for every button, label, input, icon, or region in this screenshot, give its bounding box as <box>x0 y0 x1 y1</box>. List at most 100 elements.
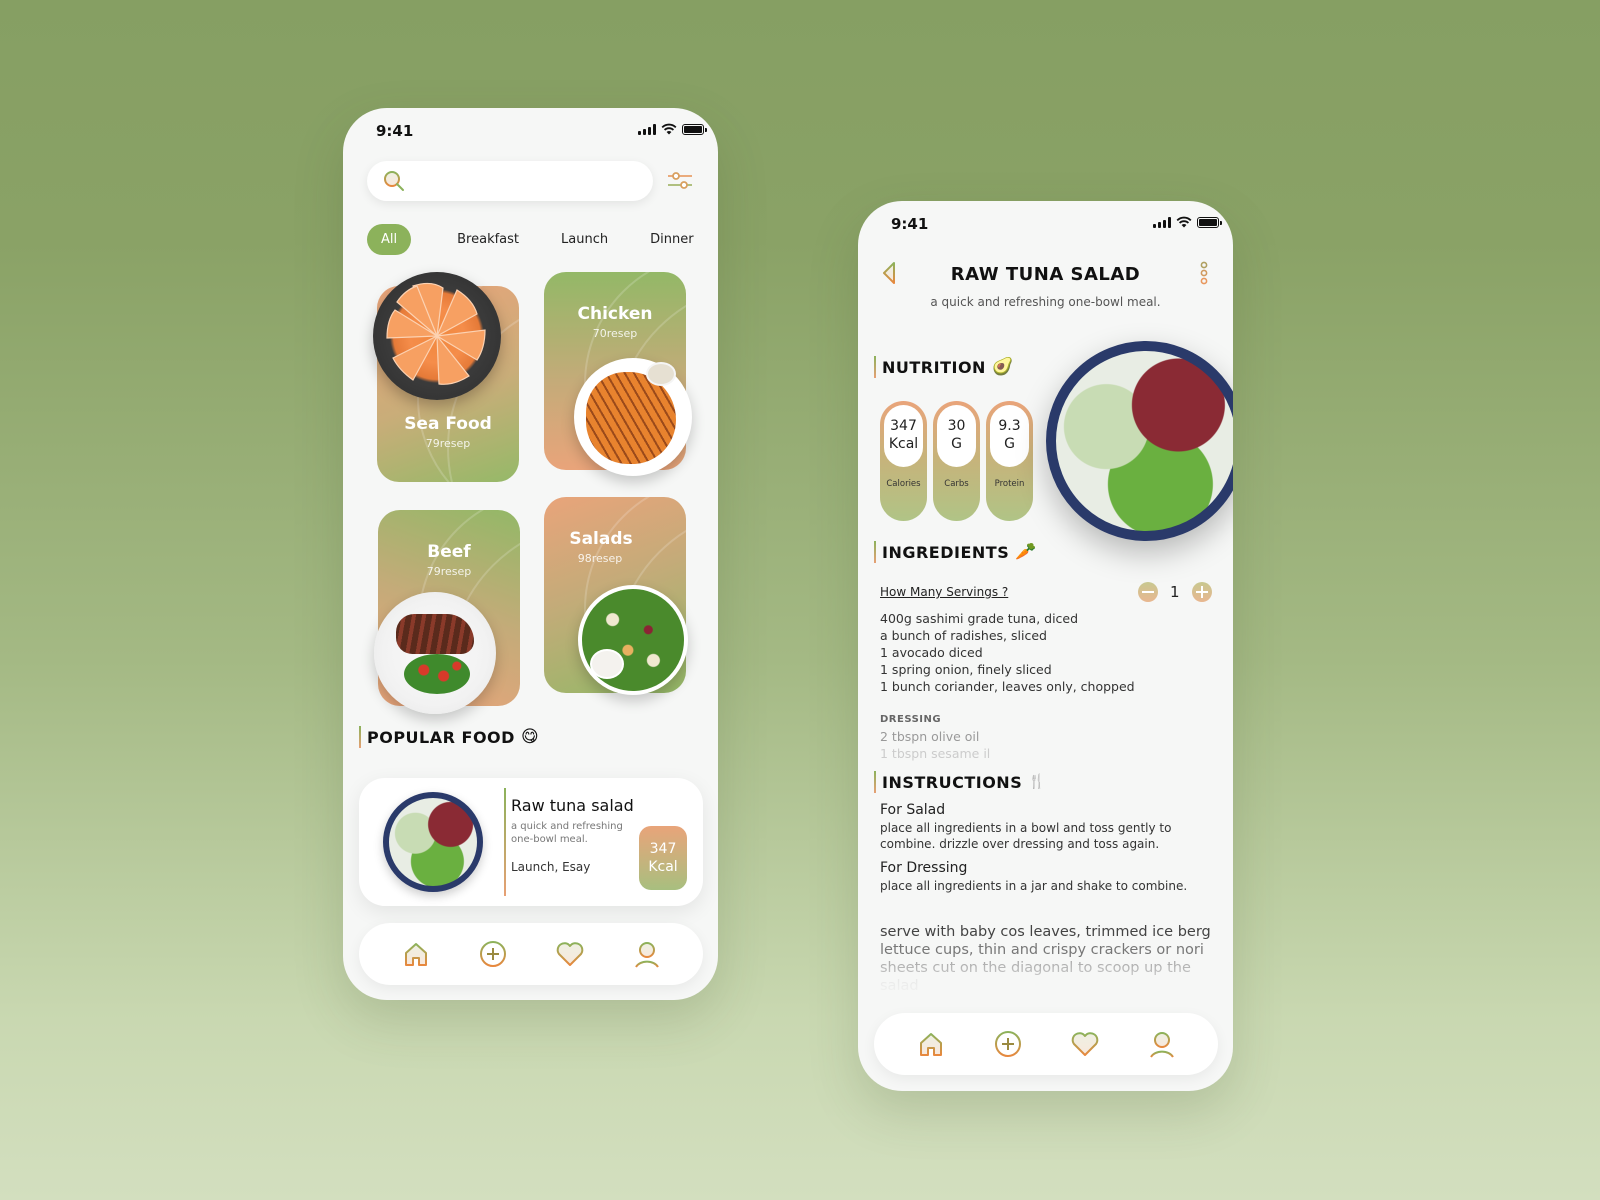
search-icon <box>384 171 404 191</box>
home-icon <box>919 1033 942 1056</box>
wifi-icon <box>1176 216 1192 228</box>
ingredient-item: 400g sashimi grade tuna, diced <box>880 611 1079 626</box>
status-time: 9:41 <box>376 122 414 140</box>
home-icon <box>404 943 427 966</box>
kcal-unit: Kcal <box>648 859 678 875</box>
nutrition-protein: 9.3 G Protein <box>986 401 1033 521</box>
category-title: Chicken <box>577 304 653 324</box>
heart-icon <box>1071 1032 1098 1056</box>
ingredient-item: 1 bunch coriander, leaves only, chopped <box>880 679 1135 694</box>
status-bar: 9:41 <box>858 201 1233 245</box>
category-title: Beef <box>427 542 471 562</box>
category-card-beef[interactable]: Beef 79resep <box>374 510 520 714</box>
nutrition-label: Calories <box>886 479 921 489</box>
beef-image <box>374 592 496 714</box>
nutrition-value: 30 <box>947 418 966 434</box>
bottom-nav <box>874 1013 1218 1075</box>
tab-breakfast[interactable]: Breakfast <box>447 224 529 255</box>
popular-food-card[interactable]: Raw tuna salad a quick and refreshing on… <box>359 778 703 906</box>
servings-link[interactable]: How Many Servings ? <box>880 585 1008 599</box>
nutrition-unit: G <box>951 436 962 452</box>
nutrition-unit: G <box>1004 436 1015 452</box>
nutrition-label: Carbs <box>944 479 969 489</box>
avocado-emoji-icon: 🥑 <box>991 357 1014 377</box>
recipe-detail-screen: 9:41 RAW TUNA SALAD a quick and refreshi… <box>858 201 1233 1091</box>
ingredient-item: a bunch of radishes, sliced <box>880 628 1047 643</box>
instructions-heading: INSTRUCTIONS 🍴 <box>874 771 1046 793</box>
nav-add-button[interactable] <box>477 938 509 970</box>
dressing-heading: DRESSING <box>880 714 942 725</box>
category-title: Sea Food <box>404 414 492 434</box>
popular-item-tags: Launch, Esay <box>511 860 591 874</box>
nav-home-button[interactable] <box>400 938 432 970</box>
category-count: 70resep <box>592 327 638 340</box>
filter-button[interactable] <box>665 166 695 196</box>
nutrition-unit: Kcal <box>888 436 919 452</box>
add-icon <box>479 941 506 967</box>
decrease-servings-button[interactable] <box>1138 582 1158 602</box>
yum-emoji-icon: 😋 <box>520 727 540 747</box>
popular-food-heading: POPULAR FOOD 😋 <box>359 726 539 748</box>
profile-icon <box>1149 1032 1174 1058</box>
nutrition-list: 347 Kcal Calories 30 G Carbs 9.3 G Protein <box>880 401 1033 521</box>
nutrition-value: 9.3 <box>998 418 1021 434</box>
dressing-list: 2 tbspn olive oil 1 tbspn sesame il <box>880 728 990 762</box>
sliders-icon <box>668 172 692 189</box>
instruction-step-text: place all ingredients in a bowl and toss… <box>880 821 1172 851</box>
battery-icon <box>1197 216 1222 228</box>
category-card-chicken[interactable]: Chicken 70resep <box>544 272 692 476</box>
search-input[interactable] <box>415 169 635 193</box>
nav-home-button[interactable] <box>915 1028 947 1060</box>
category-card-salads[interactable]: Salads 98resep <box>544 497 688 695</box>
tab-launch[interactable]: Launch <box>551 224 618 255</box>
section-title: POPULAR FOOD <box>367 727 515 747</box>
carrot-emoji-icon: 🥕 <box>1015 542 1037 562</box>
category-card-seafood[interactable]: Sea Food 79resep <box>373 272 519 482</box>
popular-item-description: a quick and refreshing one-bowl meal. <box>511 821 623 845</box>
nav-add-button[interactable] <box>992 1028 1024 1060</box>
nav-profile-button[interactable] <box>631 938 663 970</box>
nutrition-carbs: 30 G Carbs <box>933 401 980 521</box>
tab-all[interactable]: All <box>367 224 412 255</box>
recipe-title: RAW TUNA SALAD <box>950 264 1141 285</box>
section-title: INGREDIENTS <box>882 542 1010 562</box>
section-title: NUTRITION <box>882 357 986 377</box>
add-icon <box>994 1031 1021 1057</box>
battery-icon <box>682 123 707 135</box>
salad-image <box>578 585 688 695</box>
category-title: Salads <box>569 529 633 549</box>
nutrition-calories: 347 Kcal Calories <box>880 401 927 521</box>
dressing-item: 2 tbspn olive oil <box>880 729 980 744</box>
serving-line: lettuce cups, thin and crispy crackers o… <box>880 942 1204 958</box>
servings-stepper: 1 <box>1138 582 1212 602</box>
tuna-bowl-image <box>1046 341 1233 541</box>
nutrition-heading: NUTRITION 🥑 <box>874 356 1014 378</box>
instruction-step-title: For Salad <box>880 802 946 818</box>
search-bar[interactable] <box>367 161 653 201</box>
kcal-value: 347 <box>649 841 677 857</box>
tab-dinner[interactable]: Dinner <box>640 224 703 255</box>
recipe-subtitle: a quick and refreshing one-bowl meal. <box>930 295 1161 309</box>
signal-icon <box>1153 216 1171 228</box>
category-count: 79resep <box>426 565 472 578</box>
ingredients-heading: INGREDIENTS 🥕 <box>874 541 1037 563</box>
status-bar: 9:41 <box>343 108 718 152</box>
servings-value: 1 <box>1170 583 1180 601</box>
profile-icon <box>634 942 659 968</box>
increase-servings-button[interactable] <box>1191 582 1212 602</box>
home-screen: 9:41 All Breakfast Launch Dinner Sea Foo… <box>343 108 718 1000</box>
popular-item-title: Raw tuna salad <box>511 796 634 815</box>
category-count: 79resep <box>425 437 471 450</box>
ingredient-item: 1 spring onion, finely sliced <box>880 662 1052 677</box>
more-options-button[interactable] <box>1197 259 1211 287</box>
nav-profile-button[interactable] <box>1146 1028 1178 1060</box>
bottom-nav <box>359 923 703 985</box>
chicken-image <box>574 358 692 476</box>
nav-favorites-button[interactable] <box>554 938 586 970</box>
category-count: 98resep <box>577 552 623 565</box>
fork-knife-emoji-icon: 🍴 <box>1028 774 1047 790</box>
serving-line: serve with baby cos leaves, trimmed ice … <box>880 924 1211 940</box>
wifi-icon <box>661 123 677 135</box>
ingredients-list: 400g sashimi grade tuna, diced a bunch o… <box>880 610 1135 695</box>
nav-favorites-button[interactable] <box>1069 1028 1101 1060</box>
